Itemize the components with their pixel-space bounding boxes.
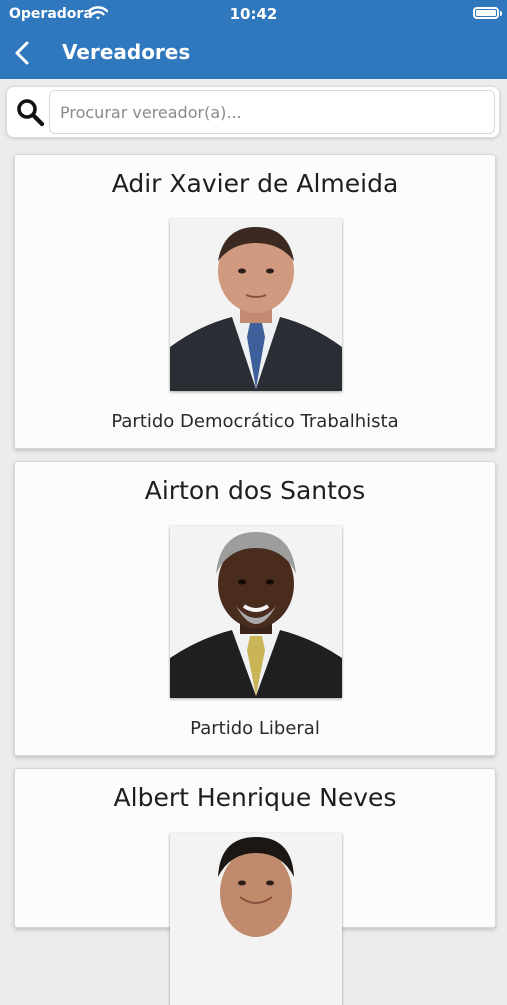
councilor-card[interactable]: Adir Xavier de Almeida Partido Democráti…	[14, 154, 496, 449]
chevron-left-icon	[15, 41, 29, 65]
navigation-bar: Vereadores	[0, 28, 507, 79]
councilor-photo	[170, 526, 342, 698]
search-icon	[15, 97, 45, 127]
councilor-party: Partido Liberal	[190, 718, 320, 739]
status-time: 10:42	[229, 5, 278, 23]
councilor-name: Albert Henrique Neves	[113, 783, 397, 812]
councilor-party: Partido Democrático Trabalhista	[111, 411, 399, 432]
councilor-card[interactable]: Airton dos Santos Partido Liberal	[14, 461, 496, 756]
councilor-name: Adir Xavier de Almeida	[111, 169, 399, 198]
back-button[interactable]	[8, 37, 38, 69]
councilor-card[interactable]: Albert Henrique Neves	[14, 768, 496, 1005]
status-bar: Operadora 10:42	[0, 0, 507, 28]
councilor-photo	[170, 219, 342, 391]
battery-icon	[473, 7, 502, 19]
page-title: Vereadores	[62, 40, 191, 64]
councilor-name: Airton dos Santos	[144, 476, 366, 505]
councilor-photo	[170, 833, 342, 1005]
search-input[interactable]	[49, 90, 495, 134]
search-bar	[6, 86, 500, 138]
